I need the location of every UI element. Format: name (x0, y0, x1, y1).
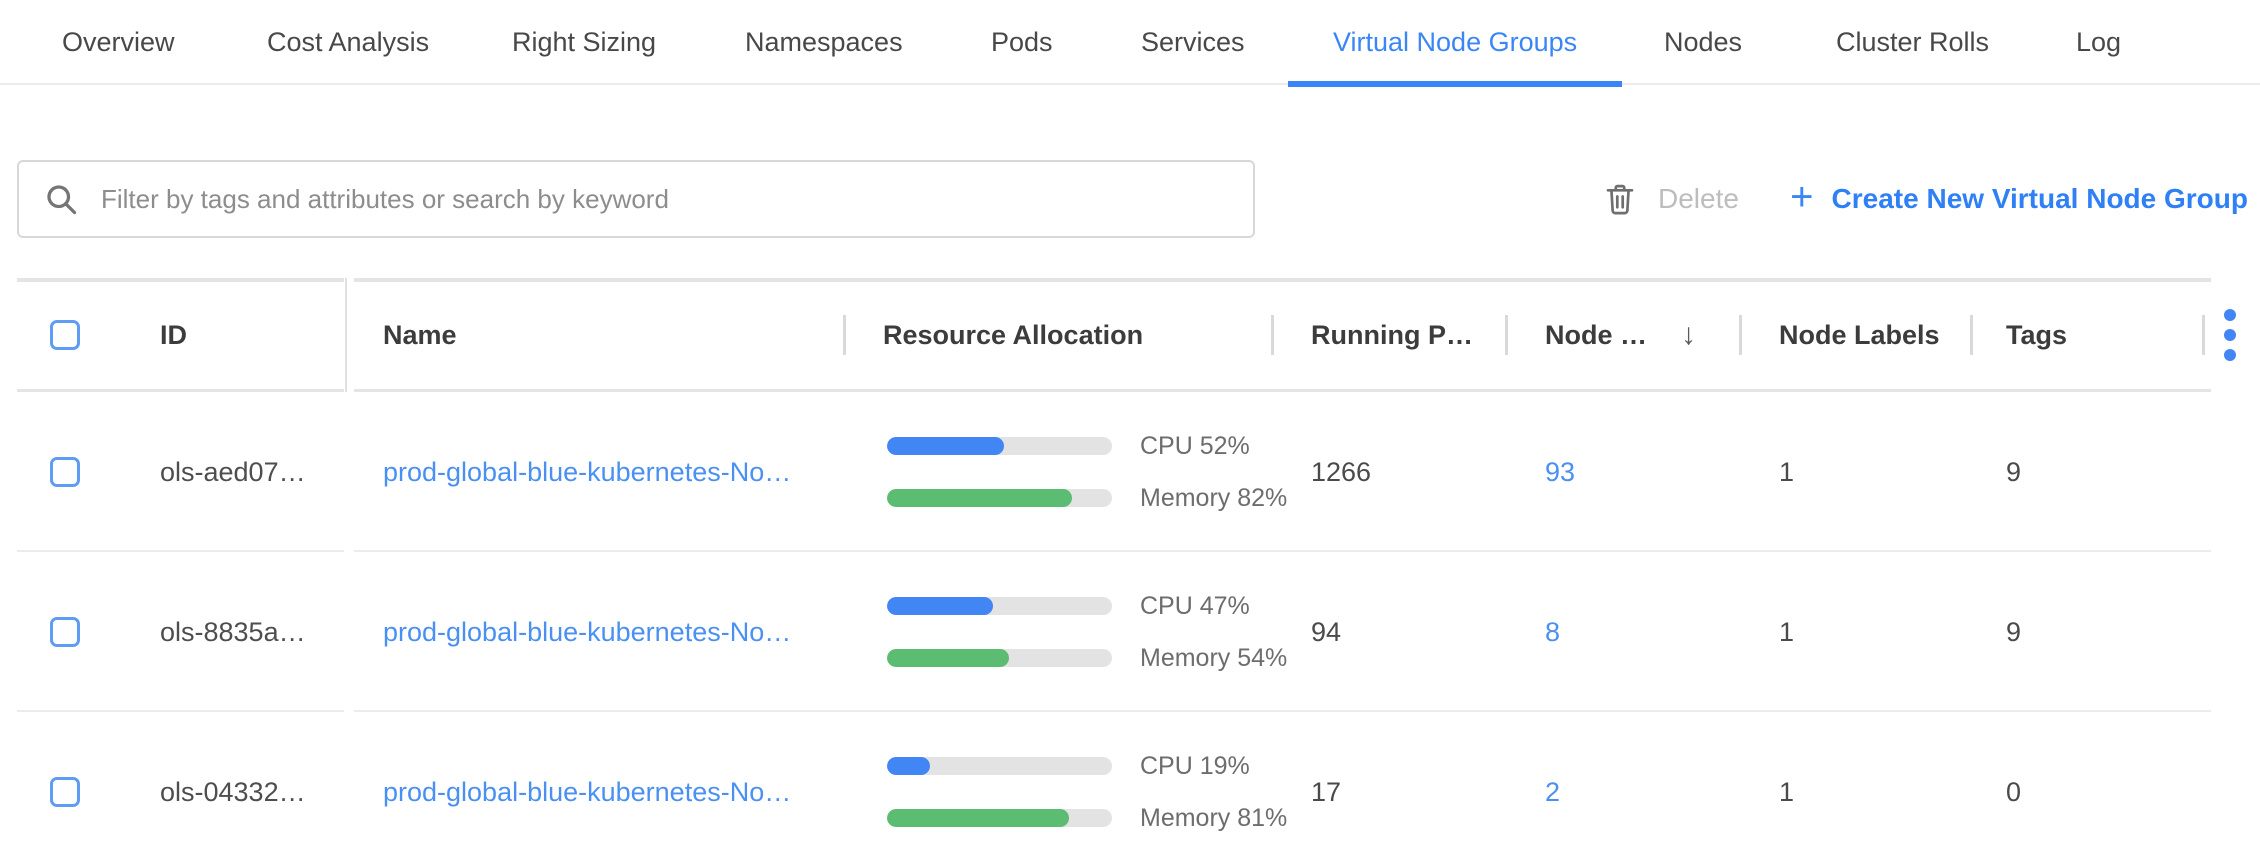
plus-icon: + (1790, 177, 1813, 221)
column-header-id[interactable]: ID (160, 278, 187, 392)
tab-log[interactable]: Log (2076, 0, 2121, 85)
table-body: ols-aed07… prod-global-blue-kubernetes-N… (0, 392, 2260, 842)
cpu-usage-bar (887, 437, 1112, 455)
column-header-resource-allocation[interactable]: Resource Allocation (883, 278, 1143, 392)
sort-descending-icon[interactable]: ↓ (1681, 318, 1696, 352)
nodes-count-link[interactable]: 93 (1545, 457, 1575, 488)
search-input[interactable] (101, 184, 1229, 215)
nodes-count-link[interactable]: 8 (1545, 617, 1560, 648)
nodes-count-link[interactable]: 2 (1545, 777, 1560, 808)
search-icon (43, 181, 79, 217)
delete-button-label: Delete (1658, 183, 1739, 215)
vng-id: ols-04332… (160, 712, 306, 842)
running-pods-value: 17 (1311, 712, 1341, 842)
node-labels-value: 1 (1779, 552, 1794, 712)
vng-name-link[interactable]: prod-global-blue-kubernetes-No… (383, 457, 791, 488)
tab-namespaces[interactable]: Namespaces (745, 0, 903, 85)
vng-name-link[interactable]: prod-global-blue-kubernetes-No… (383, 777, 791, 808)
row-checkbox[interactable] (50, 617, 80, 647)
cpu-usage-label: CPU 52% (1140, 432, 1250, 461)
memory-usage-bar (887, 489, 1112, 507)
create-virtual-node-group-button[interactable]: + Create New Virtual Node Group (1790, 160, 2248, 238)
tab-overview[interactable]: Overview (62, 0, 175, 85)
memory-usage-label: Memory 81% (1140, 804, 1287, 833)
vng-name-link[interactable]: prod-global-blue-kubernetes-No… (383, 617, 791, 648)
column-header-node-labels[interactable]: Node Labels (1779, 278, 1940, 392)
column-options-icon[interactable] (2224, 278, 2236, 392)
column-divider (843, 315, 846, 355)
memory-usage-label: Memory 54% (1140, 644, 1287, 673)
memory-usage-bar (887, 809, 1112, 827)
select-all-checkbox[interactable] (50, 320, 80, 350)
cpu-usage-label: CPU 47% (1140, 592, 1250, 621)
resource-allocation-cell: CPU 52% Memory 82% (887, 392, 1287, 552)
column-divider (1970, 315, 1973, 355)
tab-pods[interactable]: Pods (991, 0, 1053, 85)
row-checkbox[interactable] (50, 777, 80, 807)
table-row: ols-04332… prod-global-blue-kubernetes-N… (0, 712, 2260, 842)
cpu-usage-label: CPU 19% (1140, 752, 1250, 781)
select-all-checkbox-cell (50, 278, 80, 392)
row-checkbox[interactable] (50, 457, 80, 487)
memory-usage-bar (887, 649, 1112, 667)
vng-id: ols-8835a… (160, 552, 306, 712)
column-header-nodes-label: Node … (1545, 320, 1647, 351)
column-divider (1505, 315, 1508, 355)
tags-value: 9 (2006, 552, 2021, 712)
tags-value: 0 (2006, 712, 2021, 842)
column-divider (1739, 315, 1742, 355)
vng-id: ols-aed07… (160, 392, 306, 552)
column-header-tags[interactable]: Tags (2006, 278, 2067, 392)
running-pods-value: 1266 (1311, 392, 1371, 552)
tab-nodes[interactable]: Nodes (1664, 0, 1742, 85)
resource-allocation-cell: CPU 19% Memory 81% (887, 712, 1287, 842)
tab-cost-analysis[interactable]: Cost Analysis (267, 0, 429, 85)
table-header: ID Name Resource Allocation Running P… N… (0, 278, 2260, 392)
table-row: ols-8835a… prod-global-blue-kubernetes-N… (0, 552, 2260, 712)
memory-usage-label: Memory 82% (1140, 484, 1287, 513)
page-tabbar: Overview Cost Analysis Right Sizing Name… (0, 0, 2260, 85)
tab-cluster-rolls[interactable]: Cluster Rolls (1836, 0, 1989, 85)
column-divider (2202, 315, 2205, 355)
table-row: ols-aed07… prod-global-blue-kubernetes-N… (0, 392, 2260, 552)
running-pods-value: 94 (1311, 552, 1341, 712)
resource-allocation-cell: CPU 47% Memory 54% (887, 552, 1287, 712)
column-header-running-pods[interactable]: Running P… (1311, 278, 1473, 392)
column-divider (1271, 315, 1274, 355)
cpu-usage-bar (887, 597, 1112, 615)
column-header-nodes[interactable]: Node … ↓ (1545, 278, 1696, 392)
tags-value: 9 (2006, 392, 2021, 552)
tab-services[interactable]: Services (1141, 0, 1245, 85)
tab-virtual-node-groups[interactable]: Virtual Node Groups (1333, 0, 1577, 85)
filter-search-box[interactable] (17, 160, 1255, 238)
node-labels-value: 1 (1779, 712, 1794, 842)
tab-right-sizing[interactable]: Right Sizing (512, 0, 656, 85)
column-header-name[interactable]: Name (383, 278, 457, 392)
cpu-usage-bar (887, 757, 1112, 775)
trash-icon (1602, 181, 1638, 217)
create-button-label: Create New Virtual Node Group (1832, 183, 2248, 215)
node-labels-value: 1 (1779, 392, 1794, 552)
virtual-node-groups-page: Overview Cost Analysis Right Sizing Name… (0, 0, 2260, 842)
delete-button[interactable]: Delete (1602, 160, 1739, 238)
